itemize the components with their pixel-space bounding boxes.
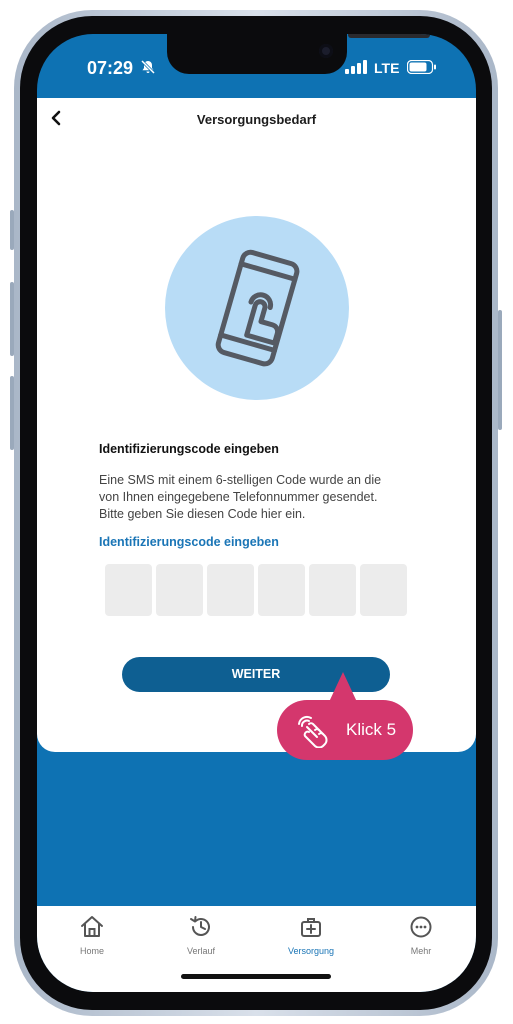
annotation-label: Klick 5 <box>346 720 397 739</box>
front-camera <box>319 44 333 58</box>
home-indicator[interactable] <box>181 974 331 979</box>
code-input-label: Identifizierungscode eingeben <box>99 535 279 549</box>
phone-tap-icon <box>215 249 300 367</box>
tap-hand-icon <box>298 715 328 748</box>
code-digit-field[interactable] <box>105 564 152 616</box>
content-card <box>37 98 476 752</box>
network-type: LTE <box>374 60 400 76</box>
notch <box>167 34 430 74</box>
code-digit-field[interactable] <box>258 564 305 616</box>
action-button <box>10 210 14 250</box>
tab-label: Versorgung <box>287 946 335 956</box>
tab-versorgung[interactable]: Versorgung <box>271 914 351 956</box>
volume-down-button <box>10 376 14 450</box>
power-button <box>498 310 502 430</box>
medical-kit-icon <box>301 918 321 937</box>
annotation-pointer <box>329 672 357 702</box>
code-digit-field[interactable] <box>207 564 254 616</box>
instruction-text: Eine SMS mit einem 6-stelligen Code wurd… <box>99 473 382 521</box>
tab-label: Mehr <box>410 946 432 956</box>
tab-home[interactable]: Home <box>52 914 132 956</box>
tab-verlauf[interactable]: Verlauf <box>161 914 241 956</box>
page-title: Versorgungsbedarf <box>196 112 317 127</box>
home-icon <box>81 916 103 937</box>
history-icon <box>190 916 210 936</box>
more-icon <box>410 916 432 938</box>
tab-label: Verlauf <box>186 946 216 956</box>
tab-label: Home <box>79 946 104 956</box>
status-time: 07:29 <box>87 58 134 78</box>
screen: 07:29 LTE Versorgungsbedarf Identifizier… <box>37 34 476 992</box>
speaker <box>348 34 430 38</box>
tab-mehr[interactable]: Mehr <box>381 914 461 956</box>
volume-up-button <box>10 282 14 356</box>
code-digit-field[interactable] <box>360 564 407 616</box>
section-heading: Identifizierungscode eingeben <box>99 442 279 456</box>
code-digit-field[interactable] <box>156 564 203 616</box>
silent-bell-icon <box>140 59 156 75</box>
code-input-group <box>105 564 407 616</box>
battery-icon <box>407 60 436 74</box>
code-digit-field[interactable] <box>309 564 356 616</box>
signal-icon <box>345 60 367 74</box>
